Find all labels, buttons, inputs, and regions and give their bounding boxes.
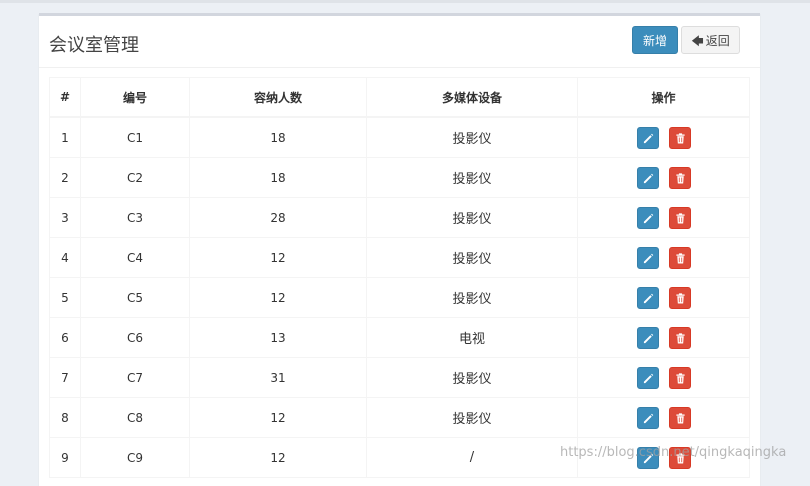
table-row: 2 C2 18 投影仪 [49, 157, 750, 198]
column-header-actions: 操作 [577, 77, 750, 118]
delete-button[interactable] [668, 406, 691, 429]
room-media: 投影仪 [366, 116, 578, 158]
room-media: 投影仪 [366, 157, 578, 198]
room-code: C8 [80, 397, 190, 438]
room-capacity: 31 [189, 357, 367, 398]
row-actions [577, 157, 750, 198]
room-capacity: 12 [189, 277, 367, 318]
meeting-room-panel: 会议室管理 新增 🡄 返回 # 编号 容纳人数 多媒体设备 操作 1 C1 18… [39, 13, 760, 486]
room-capacity: 18 [189, 116, 367, 158]
table-header-row: # 编号 容纳人数 多媒体设备 操作 [49, 77, 750, 118]
row-index: 4 [49, 237, 81, 278]
room-capacity: 12 [189, 237, 367, 278]
row-index: 7 [49, 357, 81, 398]
delete-button[interactable] [668, 166, 691, 189]
table-row: 8 C8 12 投影仪 [49, 397, 750, 438]
row-actions [577, 197, 750, 238]
edit-button[interactable] [636, 166, 659, 189]
edit-button[interactable] [636, 286, 659, 309]
room-capacity: 12 [189, 397, 367, 438]
table-body: 1 C1 18 投影仪 2 C2 18 投影仪 3 C3 28 投影仪 4 C4 12 投影仪 5 C5 12 投影仪… [49, 116, 750, 478]
delete-button[interactable] [668, 126, 691, 149]
room-media: / [366, 437, 578, 478]
room-media: 投影仪 [366, 277, 578, 318]
column-header-capacity: 容纳人数 [189, 77, 367, 118]
table-row: 7 C7 31 投影仪 [49, 357, 750, 398]
room-media: 电视 [366, 317, 578, 358]
watermark: https://blog.csdn.net/qingkaqingka [560, 445, 787, 460]
table-row: 1 C1 18 投影仪 [49, 116, 750, 158]
edit-button[interactable] [636, 246, 659, 269]
column-header-index: # [49, 77, 81, 118]
page-title: 会议室管理 [49, 35, 139, 56]
delete-button[interactable] [668, 286, 691, 309]
room-code: C7 [80, 357, 190, 398]
row-actions [577, 397, 750, 438]
table-row: 3 C3 28 投影仪 [49, 197, 750, 238]
table-row: 6 C6 13 电视 [49, 317, 750, 358]
edit-button[interactable] [636, 206, 659, 229]
room-media: 投影仪 [366, 397, 578, 438]
room-capacity: 13 [189, 317, 367, 358]
table-row: 5 C5 12 投影仪 [49, 277, 750, 318]
row-index: 2 [49, 157, 81, 198]
room-code: C1 [80, 116, 190, 158]
delete-button[interactable] [668, 246, 691, 269]
back-button[interactable]: 🡄 返回 [681, 26, 740, 54]
row-actions [577, 317, 750, 358]
room-code: C2 [80, 157, 190, 198]
room-code: C4 [80, 237, 190, 278]
room-media: 投影仪 [366, 197, 578, 238]
row-index: 3 [49, 197, 81, 238]
row-index: 9 [49, 437, 81, 478]
row-index: 6 [49, 317, 81, 358]
top-border [0, 0, 810, 3]
edit-button[interactable] [636, 126, 659, 149]
row-actions [577, 116, 750, 158]
row-index: 8 [49, 397, 81, 438]
arrow-left-icon: 🡄 [691, 34, 704, 48]
edit-button[interactable] [636, 406, 659, 429]
room-media: 投影仪 [366, 237, 578, 278]
row-index: 1 [49, 116, 81, 158]
row-index: 5 [49, 277, 81, 318]
room-capacity: 12 [189, 437, 367, 478]
edit-button[interactable] [636, 326, 659, 349]
edit-button[interactable] [636, 366, 659, 389]
table-container: # 编号 容纳人数 多媒体设备 操作 1 C1 18 投影仪 2 C2 18 投影仪 3 C3 28… [49, 77, 750, 478]
column-header-code: 编号 [80, 77, 190, 118]
room-code: C3 [80, 197, 190, 238]
row-actions [577, 277, 750, 318]
meeting-room-table: # 编号 容纳人数 多媒体设备 操作 1 C1 18 投影仪 2 C2 18 投影仪 3 C3 28… [49, 77, 750, 478]
delete-button[interactable] [668, 206, 691, 229]
room-code: C6 [80, 317, 190, 358]
panel-header: 会议室管理 新增 🡄 返回 [39, 16, 760, 68]
delete-button[interactable] [668, 366, 691, 389]
room-code: C9 [80, 437, 190, 478]
room-capacity: 18 [189, 157, 367, 198]
delete-button[interactable] [668, 326, 691, 349]
add-button[interactable]: 新增 [632, 26, 678, 54]
table-row: 4 C4 12 投影仪 [49, 237, 750, 278]
room-media: 投影仪 [366, 357, 578, 398]
room-code: C5 [80, 277, 190, 318]
column-header-media: 多媒体设备 [366, 77, 578, 118]
room-capacity: 28 [189, 197, 367, 238]
row-actions [577, 237, 750, 278]
back-button-label: 返回 [705, 34, 730, 48]
row-actions [577, 357, 750, 398]
